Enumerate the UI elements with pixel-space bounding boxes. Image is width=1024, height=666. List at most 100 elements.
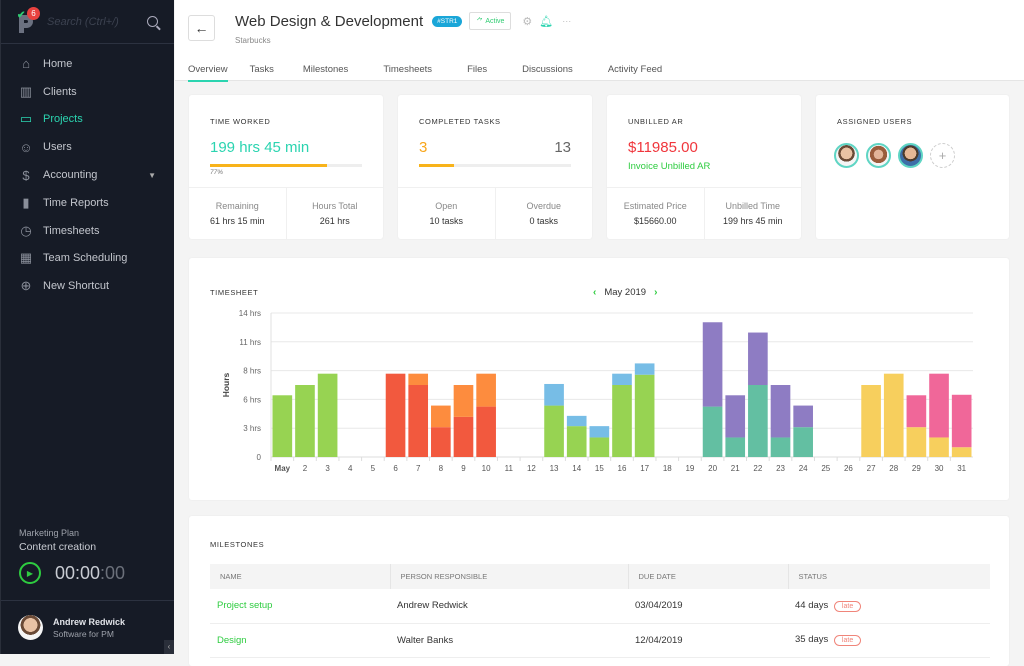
arrow-left-icon: ←: [194, 20, 209, 36]
bar-segment: [702, 406, 723, 457]
x-tick-label: 9: [461, 464, 466, 473]
sidebar-item-users[interactable]: ☺ Users: [1, 133, 174, 161]
total-count: 13: [554, 139, 571, 156]
tab-activity-feed[interactable]: Activity Feed: [608, 57, 662, 80]
x-tick-label: 18: [663, 464, 672, 473]
app-logo[interactable]: ✔ 6: [17, 6, 40, 33]
x-tick-label: 4: [348, 464, 353, 473]
x-tick-label: 5: [371, 464, 376, 473]
bar-segment: [385, 373, 406, 457]
sidebar-nav: ⌂ Home ▥ Clients ▭ Projects ☺ Users $ Account…: [1, 44, 174, 300]
x-tick-label: 22: [753, 464, 762, 473]
tab-timesheets[interactable]: Timesheets: [383, 57, 432, 80]
bar-segment: [634, 374, 655, 457]
x-tick-label: 8: [439, 464, 444, 473]
x-tick-label: 10: [482, 464, 491, 473]
milestones-card: MILESTONES NAME PERSON RESPONSIBLE DUE D…: [189, 516, 1009, 666]
bar-segment: [770, 437, 791, 457]
timer-widget: Marketing Plan Content creation ▶ 00:00:…: [1, 528, 174, 584]
sidebar-item-time-reports[interactable]: ▮ Time Reports: [1, 189, 174, 217]
bar-segment: [408, 373, 429, 385]
status-badge[interactable]: ⺈ Active: [469, 12, 512, 30]
sidebar-item-team-scheduling[interactable]: ▦ Team Scheduling: [1, 245, 174, 273]
collapse-sidebar-button[interactable]: ‹: [164, 640, 174, 654]
more-icon[interactable]: ···: [562, 16, 571, 26]
table-row[interactable]: Design Walter Banks 12/04/2019 35 days l…: [210, 623, 990, 658]
tab-discussions[interactable]: Discussions: [522, 57, 573, 80]
invoice-unbilled-link[interactable]: Invoice Unbilled AR: [628, 161, 710, 172]
column-header[interactable]: DUE DATE: [627, 564, 788, 589]
y-tick-label: 8 hrs: [243, 367, 261, 376]
y-tick-label: 6 hrs: [243, 395, 261, 404]
avatar[interactable]: [834, 143, 859, 168]
sidebar-item-label: Timesheets: [43, 224, 100, 237]
sidebar-item-home[interactable]: ⌂ Home: [1, 50, 174, 78]
plus-icon: +: [938, 148, 947, 163]
avatar[interactable]: [866, 143, 891, 168]
notification-badge[interactable]: 6: [27, 6, 40, 20]
table-header: NAME PERSON RESPONSIBLE DUE DATE STATUS: [210, 564, 990, 589]
tab-bar: Overview Tasks Milestones Timesheets Fil…: [183, 57, 667, 82]
milestone-name[interactable]: Design: [210, 623, 390, 658]
card-title: UNBILLED AR: [628, 117, 684, 126]
sidebar-item-clients[interactable]: ▥ Clients: [1, 78, 174, 106]
gear-icon[interactable]: ⚙: [522, 15, 532, 28]
caret-down-icon[interactable]: ▼: [148, 171, 156, 180]
column-header[interactable]: PERSON RESPONSIBLE: [389, 564, 628, 589]
x-tick-label: 23: [776, 464, 785, 473]
sidebar-item-timesheets[interactable]: ◷ Timesheets: [1, 217, 174, 245]
hours-total-stat: Hours Total 261 hrs: [285, 188, 384, 239]
tab-files[interactable]: Files: [467, 57, 487, 80]
back-button[interactable]: ←: [188, 15, 215, 41]
tab-milestones[interactable]: Milestones: [303, 57, 348, 80]
tab-tasks[interactable]: Tasks: [250, 57, 274, 80]
bar-segment: [612, 373, 632, 385]
stat-value: 10 tasks: [429, 216, 464, 226]
bar-segment: [566, 415, 587, 427]
x-tick-label: 21: [731, 464, 740, 473]
bar-segment: [408, 385, 429, 457]
bar-segment: [431, 427, 451, 457]
due-date: 12/04/2019: [628, 623, 788, 658]
column-header[interactable]: STATUS: [787, 564, 990, 589]
y-tick-label: 11 hrs: [239, 338, 261, 347]
progress-label: 77%: [210, 169, 224, 176]
bar-segment: [929, 437, 949, 457]
search-input[interactable]: Search (Ctrl+/): [47, 16, 147, 28]
current-user[interactable]: Andrew Redwick Software for PM: [1, 600, 174, 654]
play-button[interactable]: ▶: [19, 562, 41, 584]
sidebar-header: ✔ 6 Search (Ctrl+/): [1, 0, 174, 44]
sidebar-item-label: Projects: [43, 113, 83, 126]
sidebar-item-new-shortcut[interactable]: ⊕ New Shortcut: [1, 272, 174, 300]
client-name[interactable]: Starbucks: [235, 36, 271, 45]
column-header[interactable]: NAME: [210, 564, 390, 589]
add-user-button[interactable]: +: [930, 143, 955, 168]
x-tick-label: 14: [572, 464, 581, 473]
sidebar-item-projects[interactable]: ▭ Projects: [1, 106, 174, 134]
time-worked-value: 199 hrs 45 min: [210, 139, 310, 156]
bar-segment: [453, 385, 474, 417]
project-tag: #STR1: [432, 15, 463, 27]
sidebar-item-accounting[interactable]: $ Accounting ▼: [1, 161, 174, 189]
tab-overview[interactable]: Overview: [188, 57, 228, 82]
x-tick-label: 24: [799, 464, 808, 473]
avatar[interactable]: [898, 143, 923, 168]
unbilled-ar-card: UNBILLED AR $11985.00 Invoice Unbilled A…: [607, 95, 801, 239]
card-title: COMPLETED TASKS: [419, 117, 501, 126]
status-cell: 35 days late: [788, 623, 990, 658]
milestone-name[interactable]: Project setup: [210, 589, 390, 624]
x-tick-label: May: [275, 464, 291, 473]
table-row[interactable]: Project setup Andrew Redwick 03/04/2019 …: [210, 589, 990, 624]
estimated-price-stat: Estimated Price $15660.00: [607, 188, 704, 239]
stat-value: $15660.00: [633, 216, 677, 226]
bar-segment: [431, 405, 451, 428]
status-text: 44 days: [795, 599, 829, 611]
unbilled-value: $11985.00: [628, 139, 698, 156]
bar-segment: [793, 427, 813, 457]
x-tick-label: 11: [505, 464, 514, 473]
bar-segment: [770, 385, 791, 438]
timer-display: 00:00:00: [55, 563, 125, 584]
search-icon[interactable]: [147, 16, 158, 27]
bar-segment: [793, 405, 813, 428]
bell-icon[interactable]: 🔔︎: [539, 15, 553, 28]
